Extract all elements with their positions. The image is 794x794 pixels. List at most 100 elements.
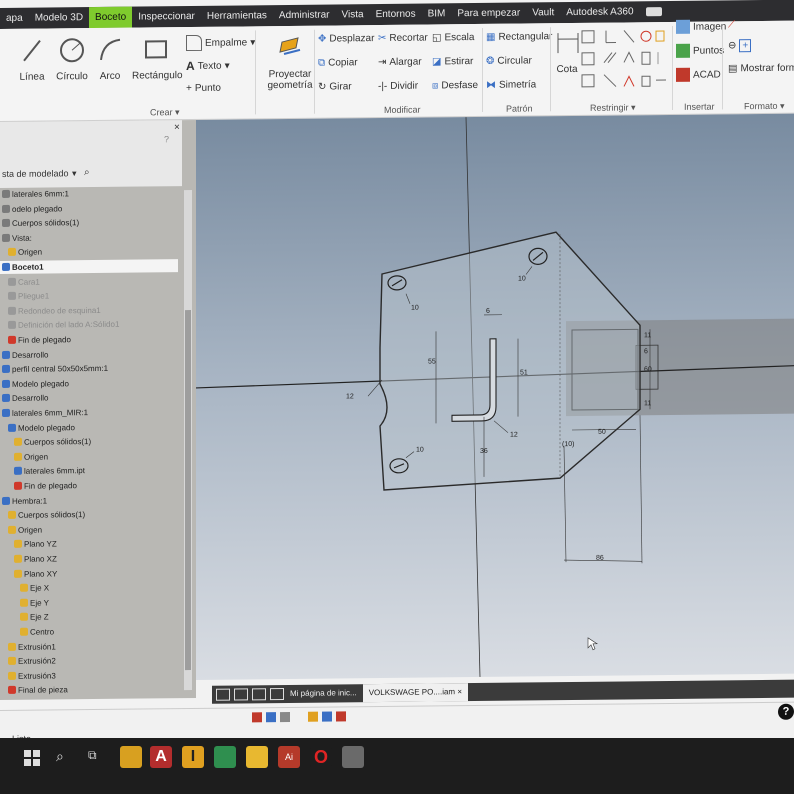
dim-text-55[interactable]: 55 [428, 358, 436, 365]
tree-node[interactable]: laterales 6mm:1 [0, 187, 69, 201]
ribbon-tab[interactable]: Inspeccionar [132, 6, 201, 28]
tree-node[interactable]: Hembra:1 [0, 494, 47, 507]
tree-node[interactable]: Extrusión2 [0, 655, 56, 669]
tree-node[interactable]: perfil central 50x50x5mm:1 [0, 362, 108, 376]
tree-node[interactable]: Definición del lado A:Sólido1 [0, 318, 119, 332]
centerline-toggle[interactable]: ⊖ + [728, 39, 752, 53]
calculator-icon[interactable] [342, 746, 364, 768]
help-button[interactable]: ? [778, 703, 794, 720]
text-tool[interactable]: A Texto ▾ [186, 59, 230, 73]
tree-node[interactable]: Final de pieza [0, 684, 68, 698]
tree-node[interactable]: Eje X [0, 582, 49, 596]
rotate-tool[interactable]: ↻ Girar [318, 81, 352, 92]
dim-text-10-ref[interactable]: (10) [562, 441, 574, 448]
rectangle-tool[interactable]: Rectángulo [132, 35, 183, 82]
tree-node[interactable]: odelo plegado [0, 202, 62, 216]
tree-node[interactable]: Cara1 [0, 275, 40, 288]
arc-tool[interactable]: Arco [94, 36, 126, 82]
tree-node[interactable]: Fin de plegado [0, 333, 71, 347]
dim-text-11a[interactable]: 11 [644, 332, 651, 339]
tree-node[interactable]: Modelo plegado [0, 421, 75, 435]
ribbon-tab[interactable]: Administrar [273, 4, 336, 26]
scale-tool[interactable]: ◱ Escala [432, 32, 474, 43]
dim-text-hole-tl[interactable]: 10 [411, 305, 419, 312]
insert-acad-tool[interactable]: ACAD [676, 67, 721, 82]
ribbon-tab[interactable]: Para empezar [451, 2, 526, 24]
help-icon[interactable]: ? [164, 134, 169, 144]
dimension-tool[interactable]: Cota [554, 29, 580, 75]
sketch-canvas[interactable]: 10 10 10 12 6 55 51 36 12 50 (10) 86 6 6… [196, 114, 794, 680]
tree-node[interactable]: Cuerpos sólidos(1) [0, 508, 85, 522]
dim-text-50[interactable]: 50 [598, 429, 606, 436]
scrollbar-thumb[interactable] [185, 309, 191, 671]
ribbon-tab[interactable]: apa [0, 8, 29, 29]
mirror-tool[interactable]: ⧓ Simetría [486, 79, 536, 91]
trim-tool[interactable]: ✂ Recortar [378, 33, 428, 45]
project-geometry-tool[interactable]: Proyectar geometría [262, 34, 318, 92]
close-icon[interactable]: × [457, 687, 462, 696]
dim-text-11b[interactable]: 11 [644, 400, 651, 407]
tree-node[interactable]: laterales 6mm.ipt [0, 465, 85, 479]
assembly-tab[interactable]: VOLKSWAGE PO....iam × [362, 683, 468, 703]
dim-text-hole-tr[interactable]: 10 [518, 275, 526, 282]
tree-node[interactable]: Cuerpos sólidos(1) [0, 216, 79, 230]
tree-node[interactable]: Plano YZ [0, 538, 57, 552]
status-icons[interactable] [250, 709, 360, 724]
close-icon[interactable]: × [174, 122, 180, 133]
file-explorer-icon[interactable] [246, 746, 268, 768]
dim-text-60[interactable]: 60 [644, 366, 652, 373]
tree-node[interactable]: Origen [0, 246, 42, 259]
illustrator-icon[interactable]: Ai [278, 746, 300, 768]
search-icon[interactable]: ⌕ [56, 748, 64, 765]
tree-node[interactable]: Cuerpos sólidos(1) [0, 435, 91, 449]
ribbon-tab[interactable]: Autodesk A360 [560, 1, 639, 23]
format-panel-title[interactable]: Formato ▾ [744, 101, 785, 112]
tree-node[interactable]: Redondeo de esquina1 [0, 304, 101, 318]
cascade-icon[interactable] [234, 688, 248, 701]
line-tool[interactable]: Línea [14, 36, 50, 83]
sticky-notes-icon[interactable] [120, 746, 142, 768]
tree-node[interactable]: Extrusión3 [0, 669, 56, 683]
insert-image-tool[interactable]: Imagen [676, 19, 726, 34]
app-icon[interactable] [214, 746, 236, 768]
home-tab[interactable]: Mi página de inic... [284, 684, 363, 703]
tree-node[interactable]: Eje Z [0, 611, 49, 625]
inventor-icon[interactable]: I [182, 746, 204, 768]
search-icon[interactable]: ⌕ [84, 167, 90, 178]
dim-text-6[interactable]: 6 [486, 308, 490, 315]
constraint-icons-grid[interactable] [580, 28, 670, 95]
tile-icon[interactable] [216, 688, 230, 701]
fillet-tool[interactable]: Empalme ▾ [186, 34, 255, 52]
dim-text-12[interactable]: 12 [510, 432, 518, 439]
move-tool[interactable]: ✥ Desplazar [318, 33, 374, 45]
tree-node[interactable]: Origen [0, 523, 42, 536]
ribbon-tab[interactable]: Vista [336, 4, 370, 25]
ribbon-tab[interactable]: Herramientas [201, 5, 273, 27]
dim-text-hole-bl[interactable]: 10 [416, 447, 424, 454]
construction-toggle[interactable]: ⟋ [728, 19, 735, 30]
tree-node[interactable]: Eje Y [0, 596, 49, 610]
circular-pattern-tool[interactable]: ❂ Circular [486, 55, 532, 66]
tree-node[interactable]: Desarrollo [0, 348, 48, 362]
create-panel-title[interactable]: Crear ▾ [150, 107, 180, 118]
tree-node[interactable]: Fin de plegado [0, 479, 77, 493]
browser-title[interactable]: sta de modelado [2, 168, 69, 179]
stretch-tool[interactable]: ◪ Estirar [432, 56, 473, 67]
dim-text-6-right[interactable]: 6 [644, 348, 648, 355]
windows-start-icon[interactable] [24, 750, 40, 766]
tree-node[interactable]: Vista: [0, 231, 32, 244]
dropdown-icon[interactable]: ▾ [72, 168, 77, 179]
tree-node[interactable]: Desarrollo [0, 392, 48, 406]
window-list-icon[interactable] [270, 688, 284, 701]
arrange-icon[interactable] [252, 688, 266, 701]
ribbon-tab[interactable]: Vault [526, 2, 560, 23]
tree-node[interactable]: Centro [0, 625, 54, 639]
show-format-button[interactable]: ▤ Mostrar forma [728, 63, 794, 75]
ribbon-tab[interactable]: BIM [422, 3, 452, 24]
extend-tool[interactable]: ⇥ Alargar [378, 57, 422, 68]
dim-text-86[interactable]: 86 [596, 555, 604, 562]
ribbon-tab[interactable]: Entornos [370, 4, 422, 26]
tree-node[interactable]: Pliegue1 [0, 290, 49, 304]
tree-node[interactable]: Plano XZ [0, 552, 57, 566]
dim-text-notch[interactable]: 12 [346, 393, 354, 400]
